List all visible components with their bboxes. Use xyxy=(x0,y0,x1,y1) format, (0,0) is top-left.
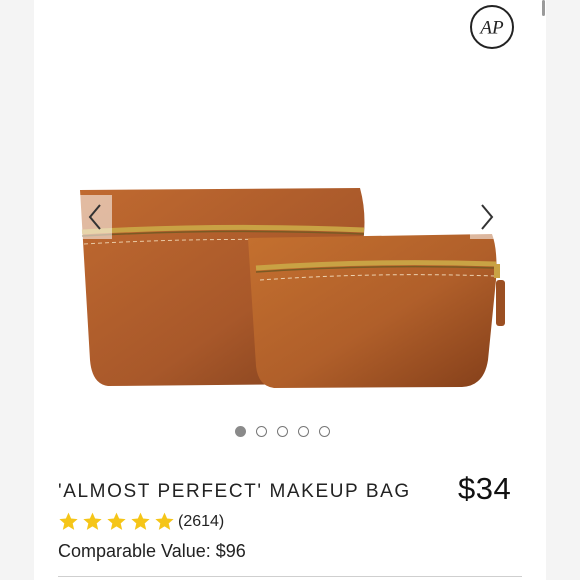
carousel-dot[interactable] xyxy=(277,426,288,437)
carousel-dot[interactable] xyxy=(235,426,246,437)
product-image[interactable] xyxy=(34,150,546,410)
divider xyxy=(58,576,522,577)
logo-text: AP xyxy=(478,17,504,38)
product-title[interactable]: 'ALMOST PERFECT' MAKEUP BAG xyxy=(58,481,411,503)
two-leather-makeup-bags-image xyxy=(80,188,505,388)
star-icon xyxy=(106,511,127,532)
review-count[interactable]: (2614) xyxy=(178,513,224,531)
scrollbar[interactable] xyxy=(542,0,545,16)
star-icon xyxy=(130,511,151,532)
star-icon xyxy=(58,511,79,532)
star-icon xyxy=(82,511,103,532)
chevron-right-icon[interactable] xyxy=(470,195,504,239)
star-rating xyxy=(58,511,175,532)
chevron-left-icon[interactable] xyxy=(78,195,112,239)
rating[interactable]: (2614) xyxy=(58,511,224,532)
brand-monogram-icon[interactable]: AP xyxy=(470,5,514,49)
carousel-dot[interactable] xyxy=(256,426,267,437)
product-price: $34 xyxy=(458,471,512,506)
comparable-value: Comparable Value: $96 xyxy=(58,541,246,561)
carousel-dot[interactable] xyxy=(319,426,330,437)
star-icon xyxy=(154,511,175,532)
carousel-indicators xyxy=(235,426,330,437)
carousel-dot[interactable] xyxy=(298,426,309,437)
